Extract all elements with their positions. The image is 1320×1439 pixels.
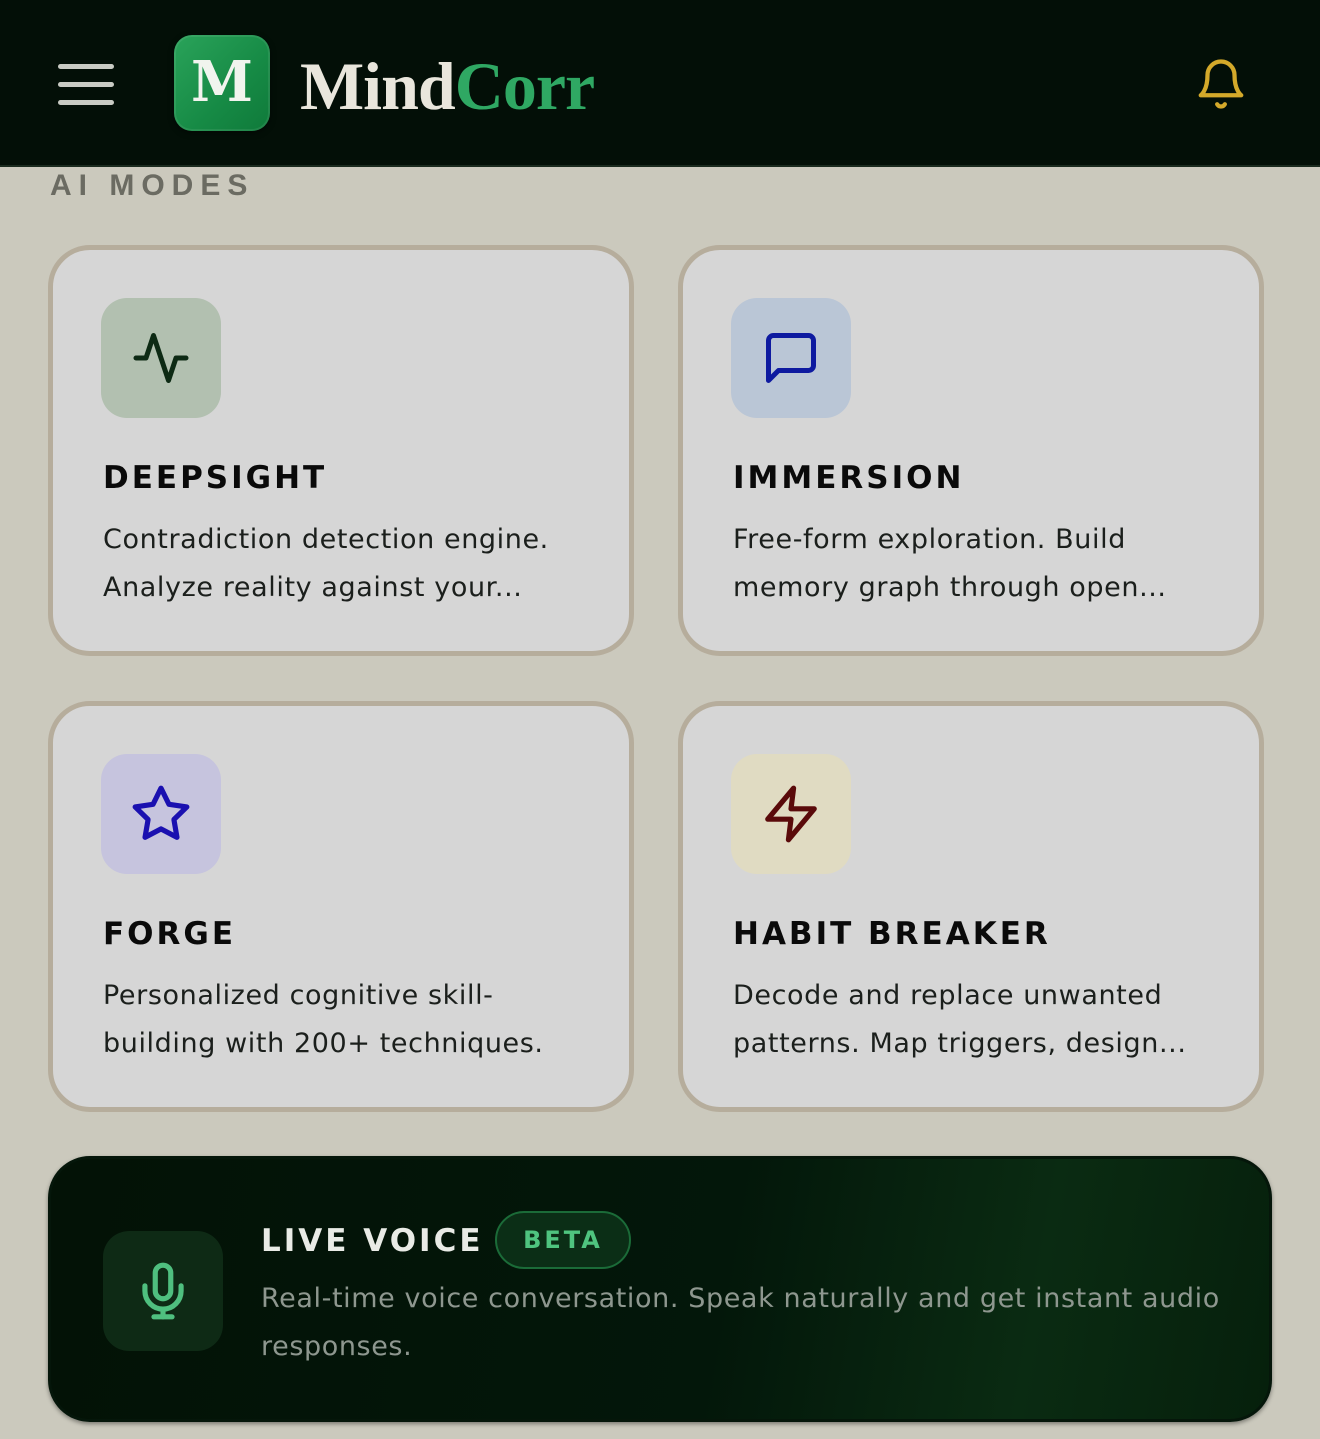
mode-description-line: memory graph through open... bbox=[733, 572, 1167, 603]
mode-card-deepsight[interactable]: DEEPSIGHT Contradiction detection engine… bbox=[48, 245, 634, 656]
mode-card-forge[interactable]: FORGE Personalized cognitive skill- buil… bbox=[48, 701, 634, 1112]
app-logo[interactable]: M bbox=[174, 35, 270, 131]
lightning-bolt-icon bbox=[765, 785, 817, 843]
mode-title: IMMERSION bbox=[733, 460, 965, 496]
mic-icon-tile bbox=[103, 1231, 223, 1351]
mode-description-line: Decode and replace unwanted bbox=[733, 980, 1163, 1011]
mode-card-immersion[interactable]: IMMERSION Free-form exploration. Build m… bbox=[678, 245, 1264, 656]
mode-description-line: Personalized cognitive skill- bbox=[103, 980, 494, 1011]
mode-title: DEEPSIGHT bbox=[103, 460, 328, 496]
mode-description: Decode and replace unwanted patterns. Ma… bbox=[733, 972, 1233, 1068]
mode-icon-tile bbox=[101, 298, 221, 418]
beta-badge: BETA bbox=[495, 1211, 631, 1269]
live-voice-description: Real-time voice conversation. Speak natu… bbox=[261, 1283, 1220, 1362]
mode-card-habit-breaker[interactable]: HABIT BREAKER Decode and replace unwante… bbox=[678, 701, 1264, 1112]
mode-title: FORGE bbox=[103, 916, 237, 952]
mode-description-line: building with 200+ techniques. bbox=[103, 1028, 544, 1059]
live-voice-title: LIVE VOICE bbox=[261, 1223, 484, 1259]
section-heading-ai-modes: AI MODES bbox=[50, 169, 255, 202]
microphone-icon bbox=[142, 1262, 184, 1320]
brand-name: MindCorr bbox=[300, 48, 595, 124]
activity-pulse-icon bbox=[133, 333, 189, 383]
mode-description: Free-form exploration. Build memory grap… bbox=[733, 516, 1233, 612]
live-voice-card[interactable]: LIVE VOICE BETA Real-time voice conversa… bbox=[48, 1156, 1272, 1422]
mode-description-line: patterns. Map triggers, design... bbox=[733, 1028, 1187, 1059]
mode-icon-tile bbox=[101, 754, 221, 874]
brand-name-part-2: Corr bbox=[454, 48, 595, 124]
mode-description-line: Free-form exploration. Build bbox=[733, 524, 1126, 555]
bell-icon bbox=[1198, 59, 1244, 109]
logo-letter: M bbox=[191, 49, 253, 115]
mode-description: Personalized cognitive skill- building w… bbox=[103, 972, 603, 1068]
message-square-icon bbox=[766, 333, 816, 383]
menu-line bbox=[58, 100, 114, 105]
menu-line bbox=[58, 64, 114, 69]
brand-name-part-1: Mind bbox=[300, 48, 456, 124]
menu-line bbox=[58, 82, 114, 87]
mode-description: Contradiction detection engine. Analyze … bbox=[103, 516, 603, 612]
mode-icon-tile bbox=[731, 298, 851, 418]
mode-description-line: Analyze reality against your... bbox=[103, 572, 523, 603]
top-app-bar: M MindCorr bbox=[0, 0, 1320, 167]
star-icon bbox=[132, 785, 190, 840]
mode-icon-tile bbox=[731, 754, 851, 874]
mode-description-line: Contradiction detection engine. bbox=[103, 524, 549, 555]
mode-title: HABIT BREAKER bbox=[733, 916, 1051, 952]
notifications-button[interactable] bbox=[1194, 56, 1248, 112]
hamburger-menu-button[interactable] bbox=[58, 62, 116, 106]
